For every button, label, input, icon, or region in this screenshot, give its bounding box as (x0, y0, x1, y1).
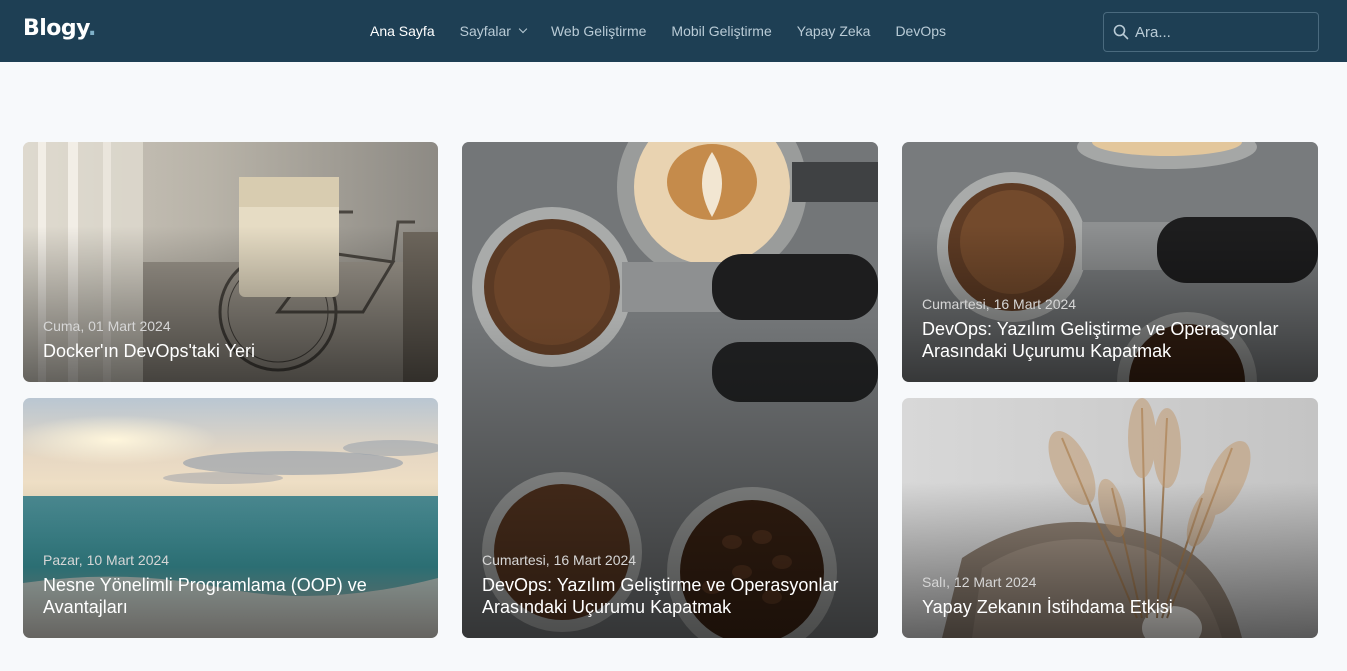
post-card-text: Salı, 12 Mart 2024 Yapay Zekanın İstihda… (922, 574, 1298, 618)
site-logo[interactable]: Blogy. (23, 16, 96, 41)
post-date: Pazar, 10 Mart 2024 (43, 552, 170, 568)
post-title[interactable]: Docker'ın DevOps'taki Yeri (43, 340, 418, 362)
post-date: Salı, 12 Mart 2024 (922, 574, 1037, 590)
post-card[interactable]: Salı, 12 Mart 2024 Yapay Zekanın İstihda… (902, 398, 1318, 638)
post-date: Cumartesi, 16 Mart 2024 (922, 296, 1077, 312)
post-card[interactable]: Pazar, 10 Mart 2024 Nesne Yönelimli Prog… (23, 398, 438, 638)
search-icon (1113, 24, 1129, 40)
post-title[interactable]: DevOps: Yazılım Geliştirme ve Operasyonl… (922, 318, 1298, 362)
post-card-text: Cumartesi, 16 Mart 2024 DevOps: Yazılım … (922, 296, 1298, 362)
navbar: Blogy. Ana Sayfa Sayfalar Web Geliştirme… (0, 0, 1347, 62)
post-card[interactable]: Cumartesi, 16 Mart 2024 DevOps: Yazılım … (902, 142, 1318, 382)
nav-ana-sayfa[interactable]: Ana Sayfa (370, 23, 435, 39)
post-title[interactable]: DevOps: Yazılım Geliştirme ve Operasyonl… (482, 574, 858, 618)
post-card-text: Pazar, 10 Mart 2024 Nesne Yönelimli Prog… (43, 552, 418, 618)
nav-yapay-zeka[interactable]: Yapay Zeka (797, 23, 871, 39)
chevron-down-icon (518, 24, 528, 34)
post-title[interactable]: Nesne Yönelimli Programlama (OOP) ve Ava… (43, 574, 418, 618)
nav-web-gelistirme[interactable]: Web Geliştirme (551, 23, 646, 39)
post-card[interactable]: Cuma, 01 Mart 2024 Docker'ın DevOps'taki… (23, 142, 438, 382)
nav-devops[interactable]: DevOps (895, 23, 946, 39)
search-input[interactable] (1135, 23, 1305, 41)
post-date: Cuma, 01 Mart 2024 (43, 318, 171, 334)
search-box[interactable] (1103, 12, 1319, 52)
post-card-text: Cumartesi, 16 Mart 2024 DevOps: Yazılım … (482, 552, 858, 618)
nav-sayfalar-label: Sayfalar (459, 23, 511, 39)
post-title[interactable]: Yapay Zekanın İstihdama Etkisi (922, 596, 1298, 618)
post-date: Cumartesi, 16 Mart 2024 (482, 552, 637, 568)
nav-mobil-gelistirme[interactable]: Mobil Geliştirme (671, 23, 771, 39)
main-nav: Ana Sayfa Sayfalar Web Geliştirme Mobil … (370, 0, 971, 62)
nav-sayfalar[interactable]: Sayfalar (459, 23, 528, 39)
post-card-text: Cuma, 01 Mart 2024 Docker'ın DevOps'taki… (43, 318, 418, 362)
post-card[interactable]: Cumartesi, 16 Mart 2024 DevOps: Yazılım … (462, 142, 878, 638)
